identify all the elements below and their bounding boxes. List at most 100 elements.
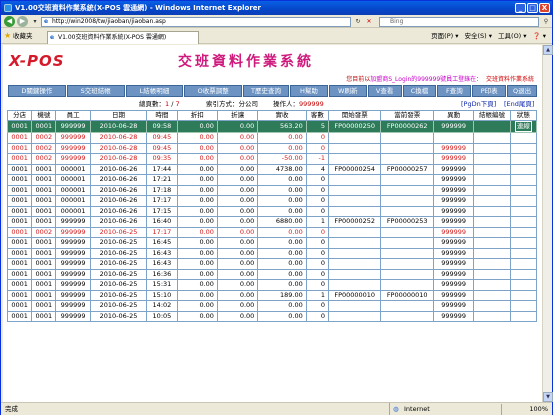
table-row[interactable]: 0001 0001 999999 2010-06-28 09:58 0.00 0.00 563… [6, 120, 538, 133]
column-header[interactable]: 實收 [257, 110, 307, 121]
chevron-down-icon[interactable]: ▾ [30, 17, 40, 27]
column-header[interactable]: 分店 [6, 110, 33, 121]
table-cell: 0001 [6, 268, 33, 280]
table-cell: 0001 [6, 142, 33, 154]
menu-item-receipt-adjust[interactable]: O收票調整 [184, 85, 243, 97]
table-row[interactable]: 0001 0001 000001 2010-06-26 17:18 0.00 0.00 0.0… [6, 184, 538, 196]
zoom-level[interactable]: 100% [529, 403, 548, 415]
column-header[interactable]: 時間 [146, 110, 178, 121]
last-page-link[interactable]: [End尾頁] [504, 99, 534, 109]
column-header[interactable]: 異動 [432, 110, 475, 121]
table-row[interactable]: 0001 0001 999999 2010-06-25 15:31 0.00 0.00 0.0… [6, 279, 538, 291]
column-header[interactable]: 員工 [55, 110, 91, 121]
command-bar: 页面(P) ▾ 安全(S) ▾ 工具(O) ▾ ❓ ▾ [431, 29, 546, 44]
column-header[interactable]: 當前發票 [380, 110, 434, 121]
table-cell: FP00000253 [380, 216, 434, 228]
table-cell [509, 310, 538, 322]
page-down-link[interactable]: [PgDn下頁] [461, 99, 496, 109]
table-cell: 999999 [55, 132, 91, 144]
forward-icon[interactable]: ▶ [17, 16, 28, 27]
star-icon: ★ [4, 31, 12, 40]
table-row[interactable]: 0001 0001 999999 2010-06-25 15:10 0.00 0.00 189… [6, 289, 538, 301]
tools-menu[interactable]: 工具(O) ▾ [498, 29, 527, 44]
menu-item-shift-checkout[interactable]: S交班結帳 [66, 85, 125, 97]
table-cell [380, 184, 434, 196]
search-input[interactable]: Bing [379, 17, 539, 27]
table-cell: 0 [305, 174, 329, 186]
page-count: 總頁數：1 / 7 [139, 100, 180, 108]
help-menu[interactable]: ❓ ▾ [533, 29, 546, 44]
table-row[interactable]: 0001 0001 000001 2010-06-26 17:44 0.00 0.00 473… [6, 163, 538, 175]
table-cell: FP00000250 [327, 120, 382, 133]
refresh-icon[interactable]: ↻ [353, 17, 363, 27]
table-cell [473, 142, 511, 154]
user-prefix: 您目前以 [346, 76, 371, 83]
column-header[interactable]: 機號 [31, 110, 57, 121]
scroll-up-icon[interactable]: ▲ [543, 45, 553, 55]
table-cell: 0.00 [257, 174, 307, 186]
column-header[interactable]: 客數 [305, 110, 329, 121]
page-total: 7 [175, 100, 180, 108]
search-icon[interactable]: ⚲ [541, 17, 551, 27]
table-row[interactable]: 0001 0002 999999 2010-06-25 17:17 0.00 0.00 0.0… [6, 226, 538, 238]
table-cell: 10:05 [146, 310, 178, 322]
table-row[interactable]: 0001 0001 999999 2010-06-25 14:02 0.00 0.00 0.0… [6, 300, 538, 312]
menu-item-search[interactable]: F查詢 [437, 85, 472, 97]
table-cell: 2010-06-25 [89, 268, 148, 280]
status-badge: 連線 [514, 121, 532, 132]
scroll-down-icon[interactable]: ▼ [543, 392, 553, 402]
shift-table: 分店 機號 員工 日期 時間 折扣 折讓 實收 客數 開始發票 當前發票 異動 結帳編號 狀態 0001 0… [6, 110, 538, 322]
column-header[interactable]: 折扣 [176, 110, 218, 121]
table-cell: FP00000262 [380, 120, 434, 133]
table-row[interactable]: 0001 0001 999999 2010-06-25 10:05 0.00 0.00 0.0… [6, 310, 538, 322]
favorites-button[interactable]: 收藏夹 [13, 29, 33, 44]
table-cell: 0.00 [216, 120, 259, 133]
table-cell: 0.00 [216, 279, 259, 291]
menu-item-checkout-detail[interactable]: L結帳明細 [125, 85, 184, 97]
table-row[interactable]: 0001 0002 999999 2010-06-28 09:35 0.00 0.00 -50… [6, 153, 538, 165]
menu-item-switch[interactable]: C換檔 [402, 85, 437, 97]
user-name: 加盟商S_Login的999999號員工登錄在： [370, 76, 483, 83]
table-cell: 4 [305, 163, 329, 175]
vertical-scrollbar[interactable]: ▲ ▼ [542, 45, 553, 402]
stop-icon[interactable]: ✕ [364, 17, 374, 27]
close-button[interactable]: X [539, 3, 550, 13]
index-method: 索引方式：分公司 [206, 100, 258, 108]
column-header[interactable]: 狀態 [509, 110, 538, 121]
back-icon[interactable]: ◀ [4, 16, 15, 27]
maximize-button[interactable]: □ [527, 3, 538, 13]
menu-item-refresh[interactable]: W刷新 [328, 85, 367, 97]
menu-item-key-ops[interactable]: D關鍵操作 [8, 85, 66, 97]
table-row[interactable]: 0001 0001 000001 2010-06-26 17:15 0.00 0.00 0.0… [6, 205, 538, 217]
column-header[interactable]: 結帳編號 [473, 110, 511, 121]
menu-item-help[interactable]: H幫助 [289, 85, 328, 97]
table-row[interactable]: 0001 0002 999999 2010-06-28 09:45 0.00 0.00 0.0… [6, 142, 538, 154]
table-cell: 0001 [6, 184, 33, 196]
menu-item-view[interactable]: V查看 [367, 85, 402, 97]
url-input[interactable]: http://win2008/tw/jiaoban/jiaoban.asp [41, 17, 351, 27]
table-row[interactable]: 0001 0001 999999 2010-06-26 16:40 0.00 0.00 688… [6, 216, 538, 228]
table-row[interactable]: 0001 0001 000001 2010-06-26 17:21 0.00 0.00 0.0… [6, 174, 538, 186]
table-cell: 0.00 [216, 258, 259, 270]
table-row[interactable]: 0001 0001 999999 2010-06-25 16:36 0.00 0.00 0.0… [6, 268, 538, 280]
column-header[interactable]: 折讓 [216, 110, 259, 121]
column-header[interactable]: 日期 [89, 110, 148, 121]
menu-item-history[interactable]: T歷史查詢 [243, 85, 289, 97]
minimize-button[interactable]: _ [515, 3, 526, 13]
table-row[interactable]: 0001 0001 999999 2010-06-25 16:43 0.00 0.00 0.0… [6, 258, 538, 270]
table-cell: 1 [305, 216, 329, 228]
table-cell: FP00000252 [327, 216, 382, 228]
menu-item-quit[interactable]: Q退出 [507, 85, 538, 97]
table-row[interactable]: 0001 0001 999999 2010-06-25 16:45 0.00 0.00 0.0… [6, 237, 538, 249]
column-header[interactable]: 開始發票 [327, 110, 382, 121]
menu-item-print[interactable]: P印表 [472, 85, 507, 97]
table-row[interactable]: 0001 0001 999999 2010-06-25 16:43 0.00 0.00 0.0… [6, 247, 538, 259]
table-row[interactable]: 0001 0002 999999 2010-06-28 09:45 0.00 0.00 0.0… [6, 132, 538, 144]
browser-tab[interactable]: V1.00交班資料作業系統(X-POS 雲通網) [47, 31, 199, 44]
table-cell: 999999 [432, 247, 475, 259]
table-row[interactable]: 0001 0001 000001 2010-06-26 17:17 0.00 0.00 0.0… [6, 195, 538, 207]
safety-menu[interactable]: 安全(S) ▾ [465, 29, 493, 44]
current-function: 交班資料作業系統 [485, 76, 534, 83]
page-menu[interactable]: 页面(P) ▾ [431, 29, 458, 44]
table-cell [509, 216, 538, 228]
